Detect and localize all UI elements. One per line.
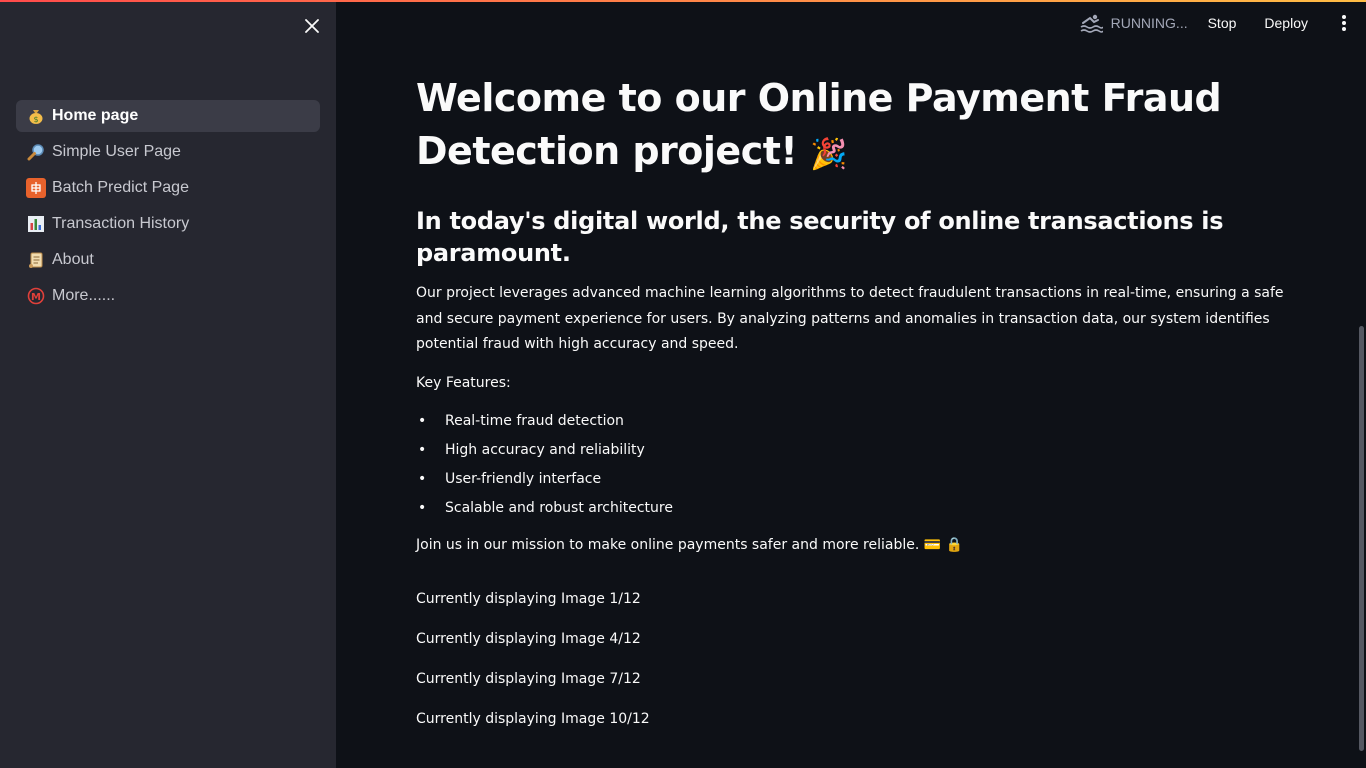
app-header: RUNNING... Stop Deploy (1079, 0, 1366, 46)
main-content: Welcome to our Online Payment Fraud Dete… (416, 72, 1296, 727)
list-item: User-friendly interface (416, 465, 1296, 494)
bar-chart-icon (26, 214, 46, 234)
sidebar-item-simple-user[interactable]: Simple User Page (16, 136, 320, 168)
close-sidebar-button[interactable] (300, 14, 324, 38)
swimmer-icon (1080, 14, 1103, 33)
batch-icon (26, 178, 46, 198)
deploy-button[interactable]: Deploy (1264, 15, 1308, 31)
sidebar-item-label: About (52, 251, 94, 268)
main-menu-button[interactable] (1336, 14, 1352, 32)
intro-paragraph: Our project leverages advanced machine l… (416, 285, 1284, 352)
svg-text:M: M (31, 292, 41, 303)
kebab-dot (1342, 27, 1346, 31)
kebab-dot (1342, 21, 1346, 25)
sidebar-item-label: Transaction History (52, 215, 190, 232)
list-item: High accuracy and reliability (416, 436, 1296, 465)
scroll-icon (26, 250, 46, 270)
sidebar-item-more[interactable]: M More...... (16, 280, 320, 312)
sidebar-item-transaction-history[interactable]: Transaction History (16, 208, 320, 240)
sidebar-item-label: Home page (52, 107, 139, 124)
sidebar-item-about[interactable]: About (16, 244, 320, 276)
close-icon (305, 19, 319, 33)
list-item: Real-time fraud detection (416, 407, 1296, 436)
sidebar-item-home[interactable]: $ Home page (16, 100, 320, 132)
join-text: Join us in our mission to make online pa… (416, 536, 964, 553)
sidebar-item-label: Batch Predict Page (52, 179, 189, 196)
image-status: Currently displaying Image 10/12 (416, 710, 650, 727)
image-status: Currently displaying Image 7/12 (416, 670, 641, 687)
sidebar-nav: $ Home page Simple User Page Batch Predi… (16, 100, 320, 316)
features-list: Real-time fraud detection High accuracy … (416, 407, 1296, 523)
sidebar: $ Home page Simple User Page Batch Predi… (0, 0, 336, 768)
page-title: Welcome to our Online Payment Fraud Dete… (416, 72, 1296, 181)
svg-text:$: $ (33, 115, 38, 124)
running-label: RUNNING... (1110, 15, 1188, 31)
sidebar-item-batch-predict[interactable]: Batch Predict Page (16, 172, 320, 204)
sidebar-item-label: Simple User Page (52, 143, 181, 160)
running-status: RUNNING... (1079, 12, 1188, 34)
top-decoration-bar (0, 0, 1366, 2)
image-status: Currently displaying Image 1/12 (416, 590, 641, 607)
page-subtitle: In today's digital world, the security o… (416, 207, 1224, 267)
main-scrollbar[interactable] (1358, 46, 1366, 768)
image-status: Currently displaying Image 4/12 (416, 630, 641, 647)
scrollbar-thumb[interactable] (1359, 326, 1364, 751)
stop-button[interactable]: Stop (1208, 15, 1237, 31)
kebab-dot (1342, 15, 1346, 19)
list-item: Scalable and robust architecture (416, 494, 1296, 523)
sidebar-item-label: More...... (52, 287, 116, 304)
magnifier-icon (26, 142, 46, 162)
key-features-label: Key Features: (416, 374, 511, 391)
money-bag-icon: $ (26, 106, 46, 126)
circled-m-icon: M (26, 286, 46, 306)
party-popper-icon: 🎉 (809, 137, 847, 172)
